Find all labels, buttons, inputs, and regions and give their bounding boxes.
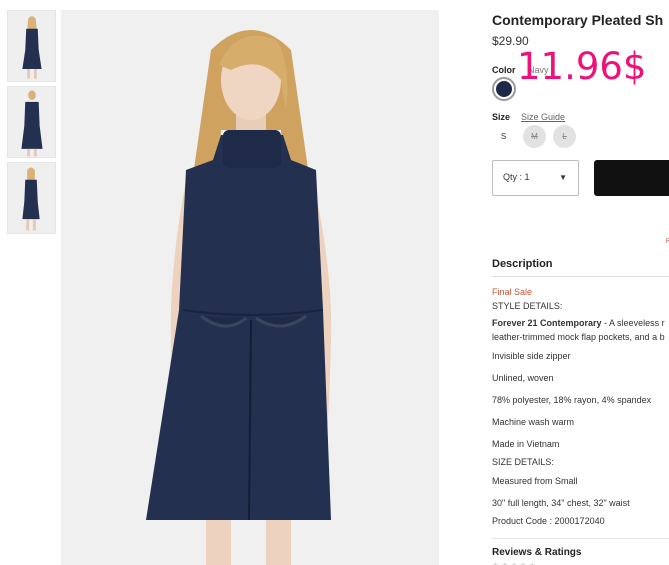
- description-line: Unlined, woven: [492, 373, 554, 383]
- description-line: SIZE DETAILS:: [492, 457, 554, 467]
- description-line: leather-trimmed mock flap pockets, and a…: [492, 332, 665, 342]
- thumbnail-back-image: [8, 87, 55, 157]
- description-line: Machine wash warm: [492, 417, 575, 427]
- size-option-s[interactable]: S: [492, 125, 515, 148]
- thumbnail-back[interactable]: [7, 86, 56, 158]
- description-heading: Description: [492, 258, 553, 270]
- description-line: Made in Vietnam: [492, 439, 560, 449]
- description-line: Forever 21 Contemporary - A sleeveless r: [492, 318, 665, 328]
- description-line: Measured from Small: [492, 476, 578, 486]
- size-option-l[interactable]: L: [553, 125, 576, 148]
- description-line: STYLE DETAILS:: [492, 301, 563, 311]
- product-page: Contemporary Pleated Sh $29.90 Color Nav…: [0, 0, 669, 565]
- caret-down-icon: ▼: [559, 173, 567, 182]
- reviews-divider: [492, 538, 669, 539]
- final-sale-label: Final Sale: [492, 287, 533, 297]
- description-line: Invisible side zipper: [492, 351, 571, 361]
- main-product-image[interactable]: [61, 10, 439, 565]
- color-swatch-navy[interactable]: [492, 77, 516, 101]
- brand-name: Forever 21 Contemporary: [492, 318, 602, 328]
- size-option-m[interactable]: M: [523, 125, 546, 148]
- thumbnail-strip: [7, 10, 57, 238]
- reviews-heading[interactable]: Reviews & Ratings: [492, 547, 581, 558]
- size-guide-link[interactable]: Size Guide: [521, 112, 565, 122]
- thumbnail-side-image: [8, 163, 55, 233]
- model-in-dress-illustration: [61, 10, 439, 565]
- description-line: 78% polyester, 18% rayon, 4% spandex: [492, 395, 652, 405]
- thumbnail-front-image: [8, 11, 55, 81]
- swatch-fill: [496, 81, 512, 97]
- quantity-select[interactable]: Qty : 1 ▼: [492, 160, 579, 196]
- thumbnail-front[interactable]: [7, 10, 56, 82]
- product-code: Product Code : 2000172040: [492, 516, 605, 526]
- thumbnail-side[interactable]: [7, 162, 56, 234]
- product-info-panel: Contemporary Pleated Sh $29.90 Color Nav…: [492, 10, 669, 565]
- description-text: - A sleeveless r: [601, 318, 665, 328]
- rating-stars-icon: ★★★★★: [492, 561, 538, 565]
- description-line: 30" full length, 34" chest, 32" waist: [492, 498, 630, 508]
- product-title: Contemporary Pleated Sh: [492, 12, 664, 28]
- size-label: Size: [492, 112, 511, 122]
- price-overlay-annotation: 11.96$: [517, 45, 647, 88]
- quantity-value: Qty : 1: [503, 172, 530, 182]
- description-divider: [492, 276, 669, 277]
- color-label: Color: [492, 65, 516, 75]
- add-to-bag-button[interactable]: [594, 160, 669, 196]
